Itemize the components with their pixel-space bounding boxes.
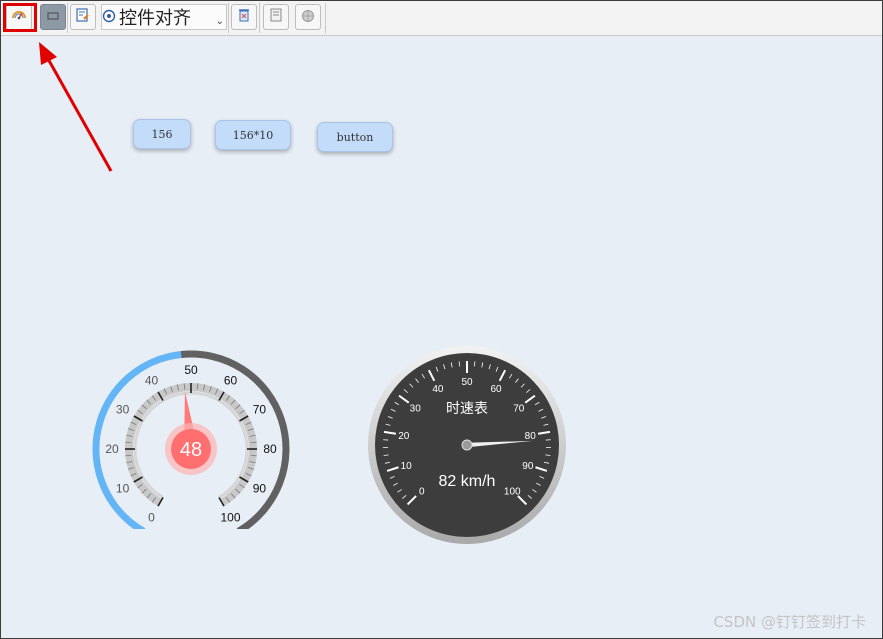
- speedometer-gauge: 0 10 20 30 40 50 60 70 80 90 100 时速表 82 km/h: [368, 346, 566, 544]
- gauge-tick-label: 60: [224, 374, 238, 388]
- gauge-tick-label: 50: [184, 363, 198, 377]
- speedometer-tick-label: 0: [419, 486, 425, 497]
- gauge-tick-label: 80: [263, 442, 277, 456]
- speedometer-readout: 82 km/h: [439, 473, 496, 490]
- speedometer-tick-label: 10: [401, 461, 413, 472]
- speedometer-hub: [461, 439, 473, 451]
- speedometer-tick-label: 100: [504, 486, 521, 497]
- speedometer-title: 时速表: [446, 400, 488, 416]
- gauge-tick-label: 10: [116, 482, 130, 496]
- gauge-left: 0 10 20 30 40 50 60 70 80 90 100 48: [92, 350, 290, 529]
- designer-window: 控件对齐 ⌄ 156 156*10 button 0 10 20 30 40 5…: [0, 0, 883, 639]
- gauge-tick-label: 100: [220, 510, 240, 524]
- arrow-shaft: [45, 56, 113, 172]
- gauge-value: 48: [180, 439, 202, 461]
- gauge-tick-label: 40: [145, 374, 159, 388]
- gauge-tick-label: 30: [116, 403, 130, 417]
- gauge-tick-label: 20: [105, 442, 119, 456]
- speedometer-tick-label: 20: [398, 431, 410, 442]
- speedometer-tick-label: 70: [513, 403, 525, 414]
- gauge-tick-label: 90: [253, 482, 267, 496]
- watermark: CSDN @钉钉签到打卡: [713, 613, 866, 631]
- gauge-tick-label: 70: [253, 403, 267, 417]
- speedometer-tick-label: 80: [525, 431, 537, 442]
- speedometer-tick-label: 50: [461, 377, 473, 388]
- speedometer-tick-label: 90: [522, 461, 534, 472]
- speedometer-tick-label: 60: [490, 384, 502, 395]
- gauge-tick-label: 0: [148, 510, 155, 524]
- speedometer-tick-label: 30: [410, 403, 422, 414]
- speedometer-tick-label: 40: [432, 384, 444, 395]
